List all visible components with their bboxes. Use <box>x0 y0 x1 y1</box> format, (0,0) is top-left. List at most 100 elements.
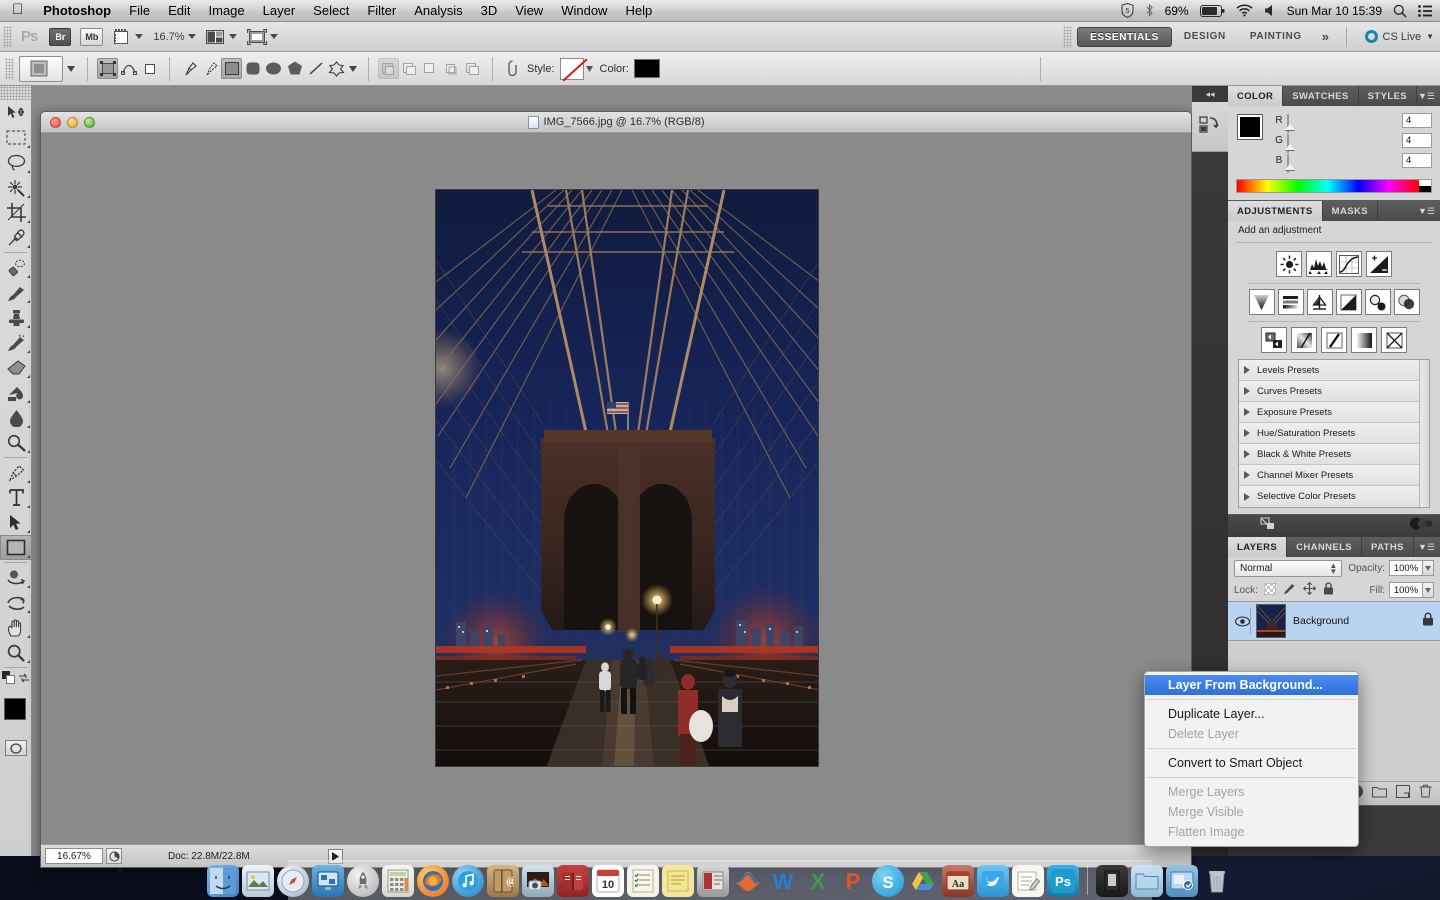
move-tool[interactable] <box>0 100 32 125</box>
menu-window[interactable]: Window <box>552 0 616 22</box>
ellipse-tool-icon[interactable] <box>263 58 284 79</box>
layer-style-link-icon[interactable] <box>502 58 523 79</box>
eyedropper-tool[interactable] <box>0 225 32 250</box>
dropbox-shield-icon[interactable]: 5 <box>1121 3 1134 18</box>
color-panel-icon[interactable] <box>1410 517 1433 535</box>
presets-scrollbar[interactable] <box>1419 360 1429 507</box>
hand-tool[interactable] <box>0 615 32 640</box>
trash-icon[interactable] <box>1201 865 1233 897</box>
menu-3d[interactable]: 3D <box>472 0 507 22</box>
remote-desktop-icon[interactable] <box>312 865 344 897</box>
lock-image-pixels-icon[interactable] <box>1283 582 1296 598</box>
channel-value-g[interactable]: 4 <box>1402 133 1432 148</box>
google-drive-icon[interactable] <box>907 865 939 897</box>
menu-view[interactable]: View <box>506 0 552 22</box>
battery-icon[interactable] <box>1199 4 1225 17</box>
channel-value-b[interactable]: 4 <box>1402 153 1432 168</box>
launch-bridge-button[interactable]: Br <box>49 27 72 46</box>
combine-shape-icon[interactable] <box>462 58 483 79</box>
black-and-white-icon[interactable] <box>1335 289 1362 315</box>
workspace-design[interactable]: DESIGN <box>1172 31 1238 42</box>
iphoto-icon[interactable] <box>522 865 554 897</box>
levels-icon[interactable] <box>1306 251 1332 277</box>
fill-pixels-mode-button[interactable] <box>139 58 160 79</box>
swap-colors-icon[interactable] <box>18 671 30 689</box>
photo-filter-icon[interactable] <box>1364 289 1391 315</box>
arrange-documents-icon[interactable] <box>206 28 226 46</box>
posterize-icon[interactable] <box>1291 327 1317 353</box>
layer-visibility-toggle[interactable] <box>1234 608 1251 634</box>
dodge-tool[interactable] <box>0 430 32 455</box>
tab-channels[interactable]: CHANNELS <box>1287 537 1363 557</box>
threshold-icon[interactable] <box>1321 327 1347 353</box>
cs-live-button[interactable]: CS Live ▼ <box>1355 30 1434 43</box>
layer-name[interactable]: Background <box>1293 615 1349 627</box>
tab-styles[interactable]: STYLES <box>1359 86 1418 106</box>
preset-hue-saturation[interactable]: Hue/Saturation Presets <box>1239 423 1429 444</box>
slider-b[interactable] <box>1285 153 1395 173</box>
tool-preset-picker[interactable] <box>19 55 63 82</box>
rectangle-shape-tool[interactable] <box>0 535 32 560</box>
paths-mode-button[interactable] <box>118 58 139 79</box>
layer-context-menu[interactable]: Layer From Background... Duplicate Layer… <box>1144 671 1359 847</box>
delete-layer-icon[interactable] <box>1419 784 1432 803</box>
textmate-icon[interactable] <box>697 865 729 897</box>
firefox-icon[interactable] <box>417 865 449 897</box>
horizontal-type-tool[interactable] <box>0 485 32 510</box>
document-canvas[interactable] <box>41 133 1191 844</box>
menu-help[interactable]: Help <box>616 0 661 22</box>
color-panel-swatches[interactable] <box>1237 114 1272 149</box>
invert-icon[interactable] <box>1261 327 1287 353</box>
tab-swatches[interactable]: SWATCHES <box>1283 86 1359 106</box>
word-icon[interactable]: W <box>767 865 799 897</box>
clone-stamp-tool[interactable] <box>0 305 32 330</box>
shape-tools-caret-icon[interactable] <box>347 58 359 79</box>
polygon-tool-icon[interactable] <box>284 58 305 79</box>
rounded-rectangle-tool-icon[interactable] <box>242 58 263 79</box>
custom-shape-tool-icon[interactable] <box>326 58 347 79</box>
foreground-color-swatch[interactable] <box>4 698 26 720</box>
line-tool-icon[interactable] <box>305 58 326 79</box>
freeform-pen-tool-icon[interactable] <box>200 58 221 79</box>
zoom-tool[interactable] <box>0 640 32 665</box>
3d-object-rotate-tool[interactable] <box>0 565 32 590</box>
curves-icon[interactable] <box>1336 251 1362 277</box>
zoom-level-caret-icon[interactable] <box>187 34 196 39</box>
preview-icon[interactable] <box>242 865 274 897</box>
opacity-value[interactable]: 100% <box>1389 560 1423 576</box>
calendar-icon[interactable]: 10 <box>592 865 624 897</box>
rectangle-tool-icon[interactable] <box>221 58 242 79</box>
address-book-icon[interactable]: @ <box>487 865 519 897</box>
crop-tool[interactable] <box>0 200 32 225</box>
tab-layers[interactable]: LAYERS <box>1228 537 1288 557</box>
documents-stack-icon[interactable] <box>1096 865 1128 897</box>
appbar-grip[interactable] <box>3 25 12 48</box>
tools-palette-grip[interactable] <box>0 86 31 100</box>
finder-icon[interactable] <box>207 865 239 897</box>
workspace-grip[interactable] <box>1063 25 1073 48</box>
subtract-from-shape-area-icon[interactable] <box>399 58 420 79</box>
menu-layer[interactable]: Layer <box>254 0 305 22</box>
context-menu-item-duplicate-layer[interactable]: Duplicate Layer... <box>1145 704 1358 724</box>
gradient-map-icon[interactable] <box>1351 327 1377 353</box>
history-brush-tool[interactable] <box>0 330 32 355</box>
pen-tool-icon[interactable] <box>179 58 200 79</box>
notification-center-icon[interactable] <box>1418 4 1432 17</box>
spotlight-search-icon[interactable] <box>1393 4 1407 18</box>
matlab-icon[interactable] <box>732 865 764 897</box>
document-title-bar[interactable]: IMG_7566.jpg @ 16.7% (RGB/8) <box>41 112 1191 133</box>
menu-app-name[interactable]: Photoshop <box>34 0 120 22</box>
fill-caret-icon[interactable] <box>1423 582 1434 598</box>
powerpoint-icon[interactable]: P <box>837 865 869 897</box>
preset-black-and-white[interactable]: Black & White Presets <box>1239 444 1429 465</box>
skype-icon[interactable]: S <box>872 865 904 897</box>
new-group-icon[interactable] <box>1372 785 1387 803</box>
twitter-icon[interactable] <box>977 865 1009 897</box>
lock-transparent-pixels-icon[interactable] <box>1263 582 1277 598</box>
notes-icon[interactable] <box>1012 865 1044 897</box>
image-canvas[interactable] <box>435 189 819 767</box>
intersect-shape-areas-icon[interactable] <box>420 58 441 79</box>
preset-channel-mixer[interactable]: Channel Mixer Presets <box>1239 465 1429 486</box>
shape-layers-mode-button[interactable] <box>97 58 118 79</box>
view-extras-caret-icon[interactable] <box>135 34 144 39</box>
